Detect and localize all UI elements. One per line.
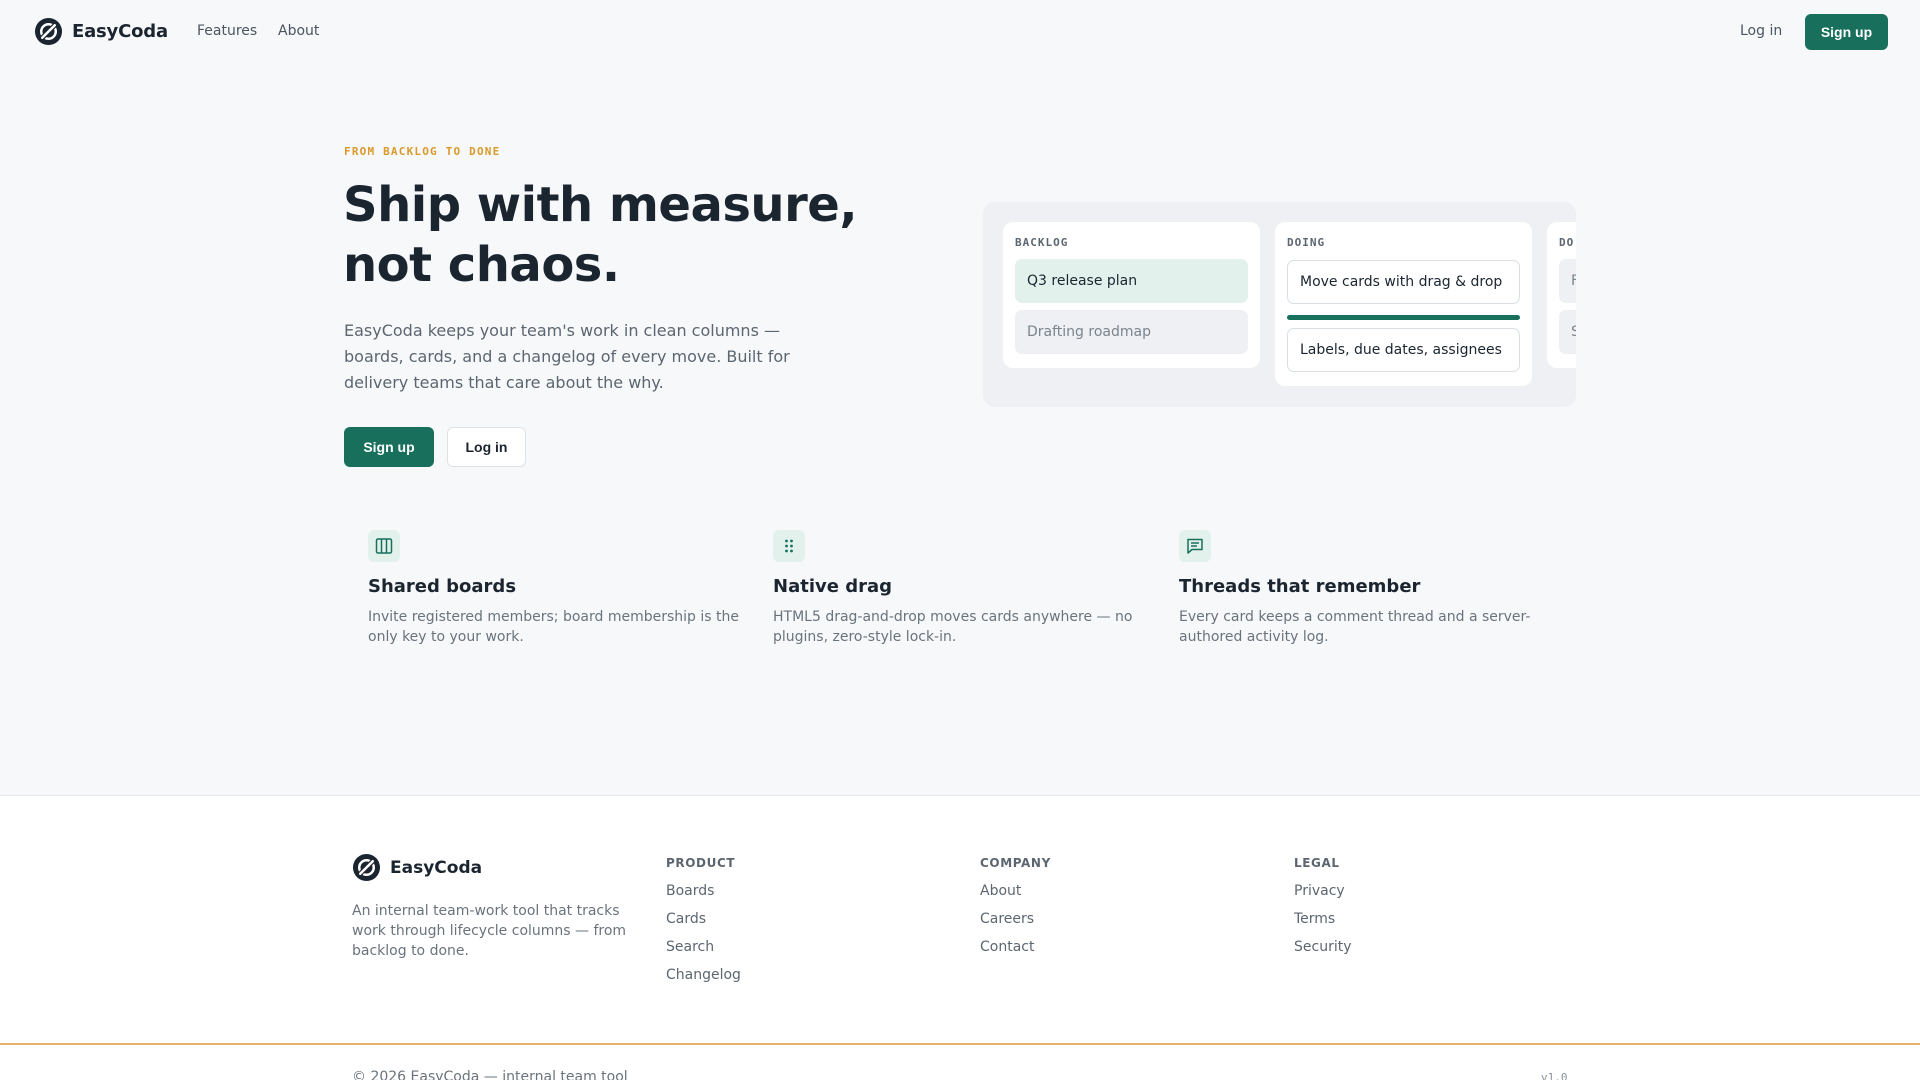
footer-column-title: COMPANY (980, 856, 1051, 870)
hero-eyebrow: FROM BACKLOG TO DONE (344, 145, 501, 158)
column-title: DO (1559, 236, 1575, 249)
footer-link-cards[interactable]: Cards (666, 909, 741, 937)
brand-logo[interactable]: EasyCoda (34, 17, 168, 46)
footer-link-terms[interactable]: Terms (1294, 909, 1352, 937)
column-title: BACKLOG (1015, 236, 1069, 249)
top-header: EasyCoda Features About Log in Sign up (0, 0, 1920, 64)
footer-link-security[interactable]: Security (1294, 937, 1352, 965)
footer-brand-logo[interactable]: EasyCoda (352, 853, 482, 882)
nav-about-link[interactable]: About (278, 23, 319, 39)
board-card[interactable]: Move cards with drag & drop (1287, 260, 1520, 304)
board-column-backlog: BACKLOG Q3 release plan Drafting roadmap (1003, 222, 1260, 368)
footer-column-title: LEGAL (1294, 856, 1340, 870)
columns-icon (368, 530, 400, 562)
feature-title: Shared boards (368, 576, 517, 597)
board-card-placeholder[interactable]: Drafting roadmap (1015, 310, 1248, 354)
logo-icon (352, 853, 381, 882)
footer-column-company: COMPANY About Careers Contact (980, 856, 1051, 965)
comment-icon (1179, 530, 1211, 562)
column-title: DOING (1287, 236, 1326, 249)
footer-link-contact[interactable]: Contact (980, 937, 1051, 965)
footer-divider (0, 1043, 1920, 1045)
hero-title: Ship with measure, not chaos. (343, 177, 858, 293)
board-card[interactable]: S (1559, 310, 1576, 354)
header-login-link[interactable]: Log in (1740, 23, 1782, 39)
drag-handle-icon (773, 530, 805, 562)
hero-login-button[interactable]: Log in (447, 427, 526, 467)
drop-indicator (1287, 315, 1520, 320)
board-preview: BACKLOG Q3 release plan Drafting roadmap… (983, 202, 1576, 407)
board-card[interactable]: F (1559, 259, 1576, 303)
footer-copyright: © 2026 EasyCoda — internal team tool (352, 1069, 628, 1080)
footer-description: An internal team-work tool that tracks w… (352, 903, 627, 959)
board-card[interactable]: Labels, due dates, assignees (1287, 328, 1520, 372)
feature-shared-boards: Shared boards Invite registered members;… (368, 530, 748, 647)
footer-column-product: PRODUCT Boards Cards Search Changelog (666, 856, 741, 993)
footer-link-about[interactable]: About (980, 881, 1051, 909)
nav-features-link[interactable]: Features (197, 23, 257, 39)
feature-native-drag: Native drag HTML5 drag-and-drop moves ca… (773, 530, 1153, 647)
footer-link-boards[interactable]: Boards (666, 881, 741, 909)
header-signup-button[interactable]: Sign up (1805, 14, 1888, 50)
feature-description: HTML5 drag-and-drop moves cards anywhere… (773, 609, 1133, 645)
feature-threads: Threads that remember Every card keeps a… (1179, 530, 1559, 647)
footer-link-privacy[interactable]: Privacy (1294, 881, 1352, 909)
board-column-doing: DOING Move cards with drag & drop Labels… (1275, 222, 1532, 386)
feature-title: Threads that remember (1179, 576, 1421, 597)
feature-description: Invite registered members; board members… (368, 609, 739, 645)
logo-icon (34, 17, 63, 46)
footer-version: v1.0 (1541, 1071, 1568, 1080)
footer-link-careers[interactable]: Careers (980, 909, 1051, 937)
board-card[interactable]: Q3 release plan (1015, 259, 1248, 303)
footer-column-title: PRODUCT (666, 856, 736, 870)
board-column-done: DO F S (1547, 222, 1576, 368)
footer-brand-name: EasyCoda (390, 857, 483, 878)
footer-link-search[interactable]: Search (666, 937, 741, 965)
brand-name: EasyCoda (72, 21, 168, 42)
feature-title: Native drag (773, 576, 892, 597)
footer-column-legal: LEGAL Privacy Terms Security (1294, 856, 1352, 965)
hero-signup-button[interactable]: Sign up (344, 427, 434, 467)
hero-subtitle: EasyCoda keeps your team's work in clean… (344, 321, 790, 392)
feature-description: Every card keeps a comment thread and a … (1179, 609, 1531, 645)
site-footer: EasyCoda An internal team-work tool that… (0, 795, 1920, 1080)
footer-link-changelog[interactable]: Changelog (666, 965, 741, 993)
